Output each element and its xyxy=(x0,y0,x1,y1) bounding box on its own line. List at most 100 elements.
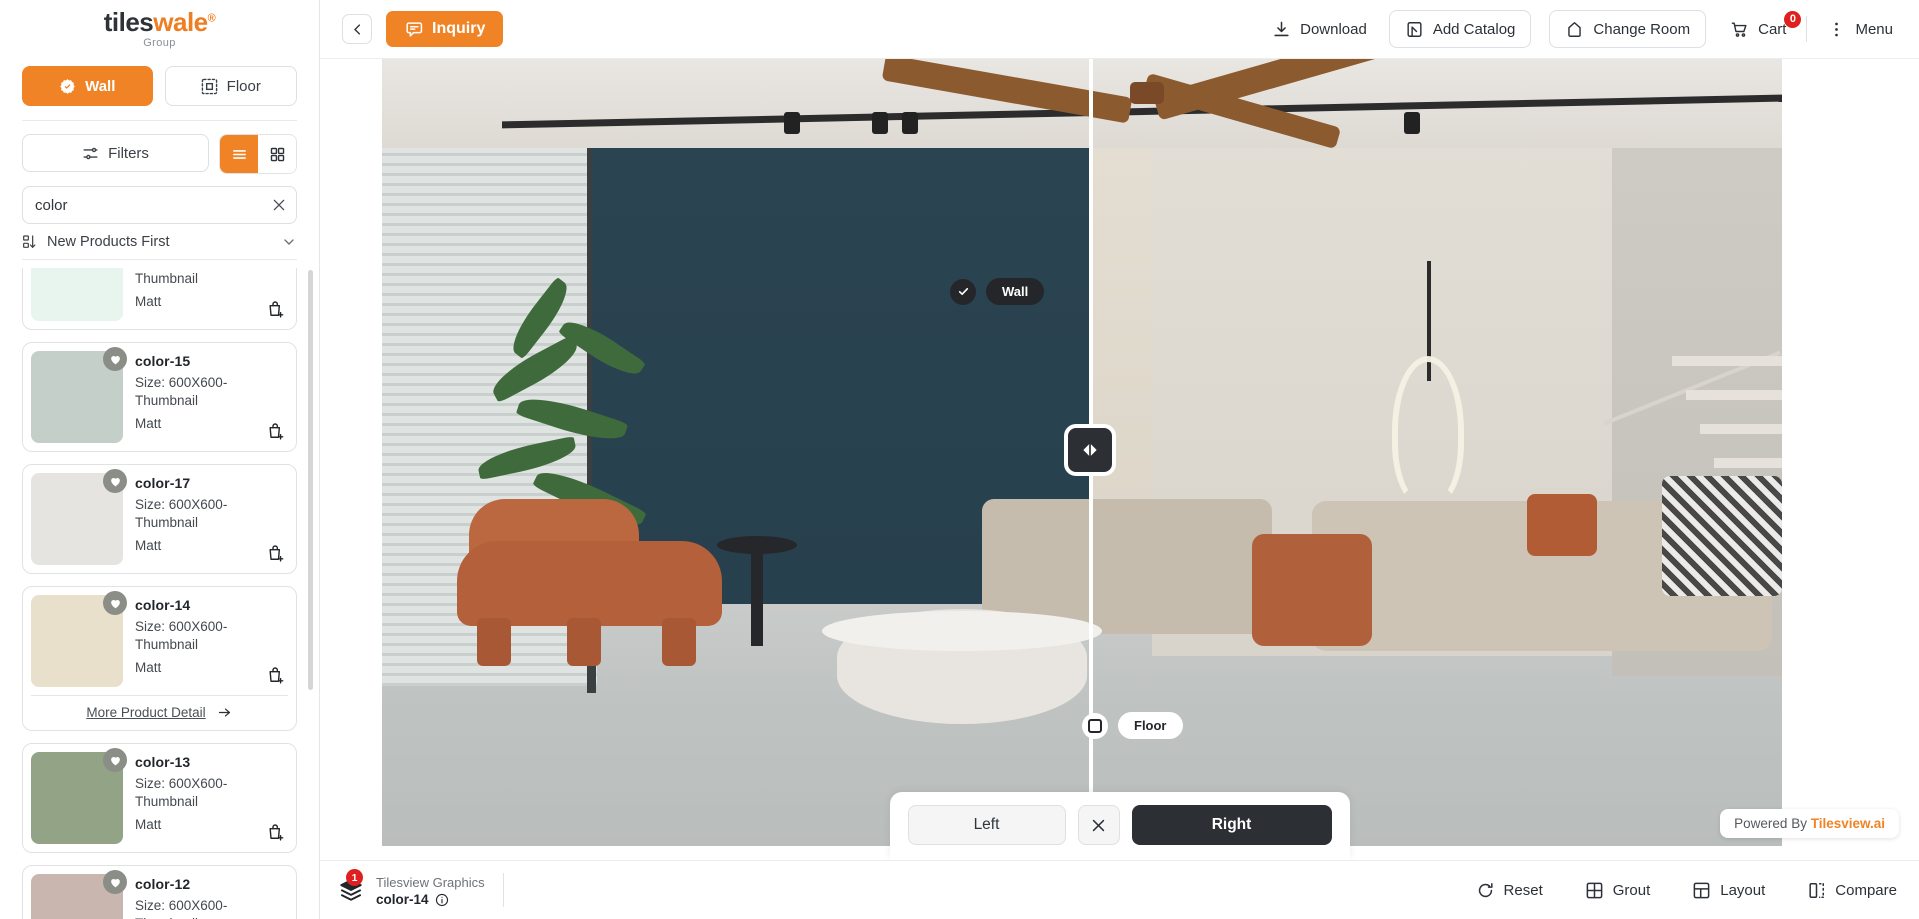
room-render[interactable]: Wall Floor xyxy=(382,59,1782,846)
more-product-detail-link[interactable]: More Product Detail xyxy=(31,695,288,722)
grout-label: Grout xyxy=(1612,881,1651,899)
inquiry-button[interactable]: Inquiry xyxy=(386,11,504,47)
compare-left-button[interactable]: Left xyxy=(907,805,1066,845)
grid-icon[interactable] xyxy=(258,135,296,173)
product-swatch-wrapper xyxy=(31,591,127,687)
filter-sliders-icon xyxy=(82,145,99,162)
grout-button[interactable]: Grout xyxy=(1585,881,1651,900)
product-size: Size: 600X600-Thumbnail xyxy=(135,271,199,287)
add-to-cart-icon[interactable] xyxy=(266,299,286,319)
favorite-heart-icon[interactable] xyxy=(103,591,127,615)
powered-by-watermark: Powered By Tilesview.ai xyxy=(1720,809,1899,838)
compare-right-button[interactable]: Right xyxy=(1131,805,1332,845)
room-render-left-variant xyxy=(382,59,1089,846)
product-list[interactable]: color-16 Size: 600X600-Thumbnail Matt c xyxy=(0,268,319,919)
kebab-menu-icon xyxy=(1827,20,1846,39)
layers-icon[interactable]: 1 xyxy=(338,869,364,903)
layout-icon xyxy=(1692,881,1711,900)
surface-tab-group: Wall Floor xyxy=(0,58,319,106)
close-icon[interactable] xyxy=(1077,805,1120,845)
search-input[interactable] xyxy=(22,186,297,224)
patterned-throw xyxy=(1662,476,1782,596)
product-swatch-wrapper xyxy=(31,748,127,844)
cart-button[interactable]: Cart 0 xyxy=(1726,10,1802,39)
product-card[interactable]: color-16 Size: 600X600-Thumbnail Matt xyxy=(22,268,297,330)
list-icon[interactable] xyxy=(220,135,258,173)
favorite-heart-icon[interactable] xyxy=(103,870,127,894)
change-room-button[interactable]: Change Room xyxy=(1549,10,1707,48)
inquiry-chat-icon xyxy=(404,20,423,39)
surface-tab-floor[interactable]: Floor xyxy=(164,66,297,106)
add-to-cart-icon[interactable] xyxy=(266,665,286,685)
reset-label: Reset xyxy=(1503,881,1543,899)
compare-split-handle[interactable] xyxy=(1064,424,1116,476)
product-card[interactable]: color-15 Size: 600X600-Thumbnail Matt xyxy=(22,342,297,452)
filters-button[interactable]: Filters xyxy=(22,134,209,172)
main-area: Inquiry Download Add Catalog Change Room… xyxy=(320,0,1919,919)
surface-tab-floor-label: Floor xyxy=(226,77,261,95)
floor-layer-checkbox[interactable] xyxy=(1082,712,1108,739)
product-size: Size: 600X600-Thumbnail xyxy=(135,898,228,919)
product-card[interactable]: color-17 Size: 600X600-Thumbnail Matt xyxy=(22,464,297,574)
sidebar: tileswale® Group Wall Floor Filters colo… xyxy=(0,0,320,919)
add-to-cart-icon[interactable] xyxy=(266,421,286,441)
product-swatch[interactable] xyxy=(31,268,123,321)
download-icon xyxy=(1272,20,1291,39)
inquiry-button-label: Inquiry xyxy=(432,20,486,37)
visualizer-canvas[interactable]: Wall Floor Powered By Tilesview.ai Left … xyxy=(320,59,1919,860)
favorite-heart-icon[interactable] xyxy=(103,347,127,371)
brand-name-secondary: wale xyxy=(153,7,208,37)
menu-button[interactable]: Menu xyxy=(1823,20,1897,39)
compare-button[interactable]: Compare xyxy=(1807,881,1897,900)
layers-status[interactable]: 1 Tilesview Graphics color-14 xyxy=(338,869,504,908)
catalog-book-icon xyxy=(1405,20,1424,39)
close-icon[interactable] xyxy=(271,197,287,213)
favorite-heart-icon[interactable] xyxy=(103,748,127,772)
info-icon[interactable] xyxy=(435,893,449,907)
reset-icon xyxy=(1476,881,1495,900)
menu-label: Menu xyxy=(1855,20,1893,38)
accent-pillow xyxy=(1527,494,1597,556)
product-card[interactable]: color-14 Size: 600X600-Thumbnail Matt Mo… xyxy=(22,586,297,731)
product-card[interactable]: color-12 Size: 600X600-Thumbnail Matt xyxy=(22,865,297,919)
product-info: color-13 Size: 600X600-Thumbnail Matt xyxy=(135,752,288,844)
cart-badge-count: 0 xyxy=(1784,10,1802,28)
wall-layer-chip[interactable]: Wall xyxy=(986,278,1045,305)
add-catalog-button[interactable]: Add Catalog xyxy=(1388,10,1532,48)
surface-tab-wall[interactable]: Wall xyxy=(22,66,153,106)
cart-icon xyxy=(1730,20,1749,39)
surface-tab-wall-label: Wall xyxy=(85,77,116,95)
layers-selected-row: color-14 xyxy=(376,892,485,907)
wall-layer-chip-group: Wall xyxy=(950,278,1045,305)
add-to-cart-icon[interactable] xyxy=(266,822,286,842)
floor-layer-chip-group: Floor xyxy=(1082,712,1183,739)
filters-button-label: Filters xyxy=(108,144,149,162)
product-swatch-wrapper xyxy=(31,469,127,565)
add-catalog-label: Add Catalog xyxy=(1432,20,1516,38)
top-toolbar: Inquiry Download Add Catalog Change Room… xyxy=(320,0,1919,59)
favorite-heart-icon[interactable] xyxy=(103,469,127,493)
side-table xyxy=(717,536,797,646)
add-to-cart-icon[interactable] xyxy=(266,543,286,563)
product-name: color-12 xyxy=(135,876,191,892)
sort-label: New Products First xyxy=(47,234,170,250)
product-name: color-14 xyxy=(135,597,191,613)
product-swatch-wrapper xyxy=(31,347,127,443)
sort-selector[interactable]: New Products First xyxy=(22,234,297,260)
filter-toolbar: Filters xyxy=(0,121,319,174)
layout-button[interactable]: Layout xyxy=(1692,881,1765,900)
change-room-label: Change Room xyxy=(1593,20,1691,38)
chevron-left-icon[interactable] xyxy=(342,14,372,44)
download-label: Download xyxy=(1300,20,1367,38)
brand-name-primary: tiles xyxy=(103,7,154,37)
floor-layer-chip[interactable]: Floor xyxy=(1118,712,1183,739)
brand-logo: tileswale® Group xyxy=(0,0,319,58)
product-card[interactable]: color-13 Size: 600X600-Thumbnail Matt xyxy=(22,743,297,853)
chevron-down-icon[interactable] xyxy=(281,234,297,250)
wall-layer-checkbox[interactable] xyxy=(950,278,976,305)
reset-button[interactable]: Reset xyxy=(1476,881,1543,900)
product-list-scrollbar[interactable] xyxy=(308,270,313,690)
compare-split-icon xyxy=(1807,881,1826,900)
download-button[interactable]: Download xyxy=(1268,20,1371,39)
bottom-toolbar: 1 Tilesview Graphics color-14 Reset Grou… xyxy=(320,860,1919,919)
